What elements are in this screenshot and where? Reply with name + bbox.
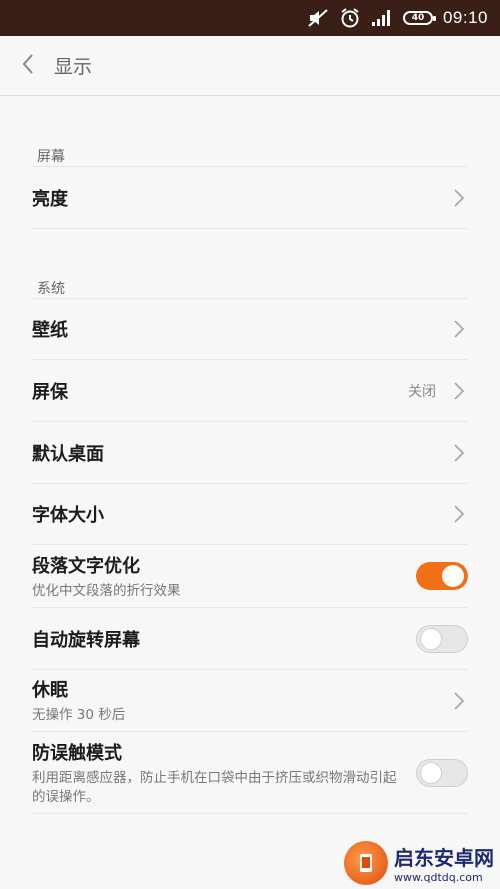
page-title: 显示 (54, 56, 93, 78)
chevron-right-icon (452, 691, 466, 711)
section-label-system: 系统 (37, 281, 65, 297)
toggle-knob (420, 761, 442, 784)
chevron-right-icon (452, 504, 466, 524)
section-label-screen: 屏幕 (37, 149, 65, 165)
setting-title: 字体大小 (32, 505, 104, 526)
setting-subtitle: 无操作 30 秒后 (32, 707, 126, 723)
setting-subtitle: 利用距离感应器，防止手机在口袋中由于挤压或织物滑动引起的误操作。 (32, 769, 397, 805)
chevron-right-icon (452, 319, 466, 339)
mute-icon (307, 7, 329, 29)
signal-icon (371, 7, 393, 29)
setting-title: 自动旋转屏幕 (32, 629, 140, 651)
setting-screensaver[interactable]: 屏保 关闭 (32, 360, 468, 422)
setting-title: 亮度 (32, 188, 68, 210)
setting-sleep[interactable]: 休眠 无操作 30 秒后 (32, 670, 468, 732)
setting-title: 默认桌面 (32, 443, 104, 465)
battery-icon: 40 (402, 11, 436, 25)
clock: 09:10 (442, 8, 488, 27)
setting-title: 防误触模式 (32, 742, 122, 764)
setting-title: 段落文字优化 (32, 555, 140, 577)
chevron-right-icon (452, 188, 466, 208)
setting-title: 壁纸 (32, 320, 68, 341)
setting-default-launcher[interactable]: 默认桌面 (32, 422, 468, 484)
setting-value: 关闭 (408, 383, 436, 400)
status-bar: 40 09:10 (0, 0, 500, 36)
watermark-logo-icon (344, 841, 388, 885)
setting-brightness[interactable]: 亮度 (32, 167, 468, 229)
setting-paragraph-optimization: 段落文字优化 优化中文段落的折行效果 (32, 545, 468, 608)
app-header: 显示 (0, 36, 500, 96)
chevron-left-icon (21, 53, 35, 79)
setting-title: 休眠 (32, 680, 68, 701)
setting-anti-mistouch: 防误触模式 利用距离感应器，防止手机在口袋中由于挤压或织物滑动引起的误操作。 (32, 732, 468, 814)
chevron-right-icon (452, 381, 466, 401)
watermark: 启东安卓网 www.qdtdq.com (344, 841, 494, 885)
watermark-name: 启东安卓网 (394, 846, 494, 870)
setting-auto-rotate: 自动旋转屏幕 (32, 608, 468, 670)
toggle-knob (442, 565, 464, 587)
setting-subtitle: 优化中文段落的折行效果 (32, 582, 181, 599)
alarm-icon (339, 7, 361, 29)
back-button[interactable] (0, 36, 56, 96)
auto-rotate-toggle[interactable] (416, 624, 468, 653)
setting-font-size[interactable]: 字体大小 (32, 484, 468, 545)
chevron-right-icon (452, 443, 466, 463)
toggle-knob (420, 627, 442, 650)
settings-list: 屏幕 亮度 系统 壁纸 屏保 关闭 默认桌面 字体大小 段落文字优化 优化中文段… (0, 97, 500, 889)
paragraph-optimization-toggle[interactable] (416, 562, 468, 590)
setting-title: 屏保 (32, 381, 68, 403)
setting-wallpaper[interactable]: 壁纸 (32, 299, 468, 360)
anti-mistouch-toggle[interactable] (416, 758, 468, 787)
watermark-url: www.qdtdq.com (394, 871, 483, 884)
